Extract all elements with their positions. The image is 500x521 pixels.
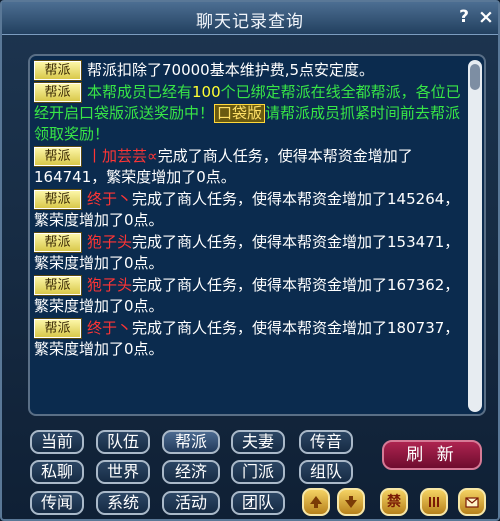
chat-history-window: 聊天记录查询 ? × 帮派 帮派扣除了70000基本维护费,5点安定度。 帮派 本帮… bbox=[0, 0, 500, 521]
channel-button-party[interactable]: 组队 bbox=[299, 460, 353, 484]
channel-button-economy[interactable]: 经济 bbox=[162, 460, 220, 484]
channel-button-sect[interactable]: 门派 bbox=[231, 460, 285, 484]
message-text: 帮派扣除了70000基本维护费,5点安定度。 bbox=[87, 61, 375, 79]
channel-button-private[interactable]: 私聊 bbox=[30, 460, 84, 484]
channel-button-team[interactable]: 队伍 bbox=[96, 430, 150, 454]
channel-button-event[interactable]: 活动 bbox=[162, 491, 220, 515]
close-button[interactable]: × bbox=[476, 7, 496, 27]
chat-log-content: 帮派 帮派扣除了70000基本维护费,5点安定度。 帮派 本帮成员已经有100个已绑… bbox=[34, 60, 466, 414]
chat-message: 帮派 终于丶完成了商人任务，使得本帮资金增加了180737，繁荣度增加了0点。 bbox=[34, 318, 466, 360]
chat-message: 帮派 狍子头完成了商人任务，使得本帮资金增加了153471，繁荣度增加了0点。 bbox=[34, 232, 466, 274]
player-name[interactable]: 终于丶 bbox=[87, 190, 132, 208]
channel-button-system[interactable]: 系统 bbox=[96, 491, 150, 515]
player-name[interactable]: 狍子头 bbox=[87, 276, 132, 294]
guild-channel-tag[interactable]: 帮派 bbox=[34, 318, 82, 339]
ban-icon[interactable]: 禁 bbox=[380, 488, 408, 516]
gold-up-arrow-icon[interactable] bbox=[302, 488, 330, 516]
bars-shape bbox=[429, 497, 439, 507]
message-text: 个已绑定帮派在线全都 bbox=[220, 83, 371, 101]
player-name[interactable]: 狍子头 bbox=[87, 233, 132, 251]
help-button[interactable]: ? bbox=[454, 7, 474, 27]
channel-button-current[interactable]: 当前 bbox=[30, 430, 84, 454]
envelope-shape bbox=[465, 497, 479, 508]
mail-icon[interactable] bbox=[458, 488, 486, 516]
guild-channel-tag[interactable]: 帮派 bbox=[34, 82, 82, 103]
refresh-button[interactable]: 刷 新 bbox=[382, 440, 482, 470]
guild-channel-tag[interactable]: 帮派 bbox=[34, 146, 82, 167]
player-name[interactable]: 丨加芸芸∝ bbox=[87, 147, 158, 165]
player-name[interactable]: 终于丶 bbox=[87, 319, 132, 337]
channel-button-group[interactable]: 团队 bbox=[231, 491, 285, 515]
title-bar[interactable]: 聊天记录查询 ? × bbox=[2, 2, 498, 35]
down-arrow-shape bbox=[345, 496, 357, 508]
guild-channel-tag[interactable]: 帮派 bbox=[34, 189, 82, 210]
guild-channel-tag[interactable]: 帮派 bbox=[34, 60, 82, 81]
gold-down-arrow-icon[interactable] bbox=[337, 488, 365, 516]
channel-button-rumor[interactable]: 传闻 bbox=[30, 491, 84, 515]
chat-message: 帮派 本帮成员已经有100个已绑定帮派在线全都帮派，各位已经开启口袋版派送奖励中！… bbox=[34, 82, 466, 145]
channel-button-guild[interactable]: 帮派 bbox=[162, 430, 220, 454]
chat-message: 帮派 终于丶完成了商人任务，使得本帮资金增加了145264，繁荣度增加了0点。 bbox=[34, 189, 466, 231]
chat-log-panel: 帮派 帮派扣除了70000基本维护费,5点安定度。 帮派 本帮成员已经有100个已绑… bbox=[28, 54, 486, 416]
channel-button-world[interactable]: 世界 bbox=[96, 460, 150, 484]
channel-button-broadcast[interactable]: 传音 bbox=[299, 430, 353, 454]
chat-message: 帮派 丨加芸芸∝完成了商人任务，使得本帮资金增加了164741，繁荣度增加了0点。 bbox=[34, 146, 466, 188]
guild-channel-tag[interactable]: 帮派 bbox=[34, 232, 82, 253]
message-text: 本帮成员已经有 bbox=[87, 83, 193, 101]
chat-message: 帮派 狍子头完成了商人任务，使得本帮资金增加了167362，繁荣度增加了0点。 bbox=[34, 275, 466, 317]
channel-button-spouse[interactable]: 夫妻 bbox=[231, 430, 285, 454]
guild-channel-tag[interactable]: 帮派 bbox=[34, 275, 82, 296]
highlight-number: 100 bbox=[192, 83, 221, 101]
up-arrow-shape bbox=[310, 496, 322, 508]
chat-message: 帮派 帮派扣除了70000基本维护费,5点安定度。 bbox=[34, 60, 466, 81]
bars-icon[interactable] bbox=[420, 488, 448, 516]
pocket-edition-badge: 口袋版 bbox=[214, 104, 266, 123]
chat-scrollbar[interactable] bbox=[468, 60, 482, 412]
window-title: 聊天记录查询 bbox=[196, 12, 304, 32]
scrollbar-thumb[interactable] bbox=[470, 64, 480, 90]
